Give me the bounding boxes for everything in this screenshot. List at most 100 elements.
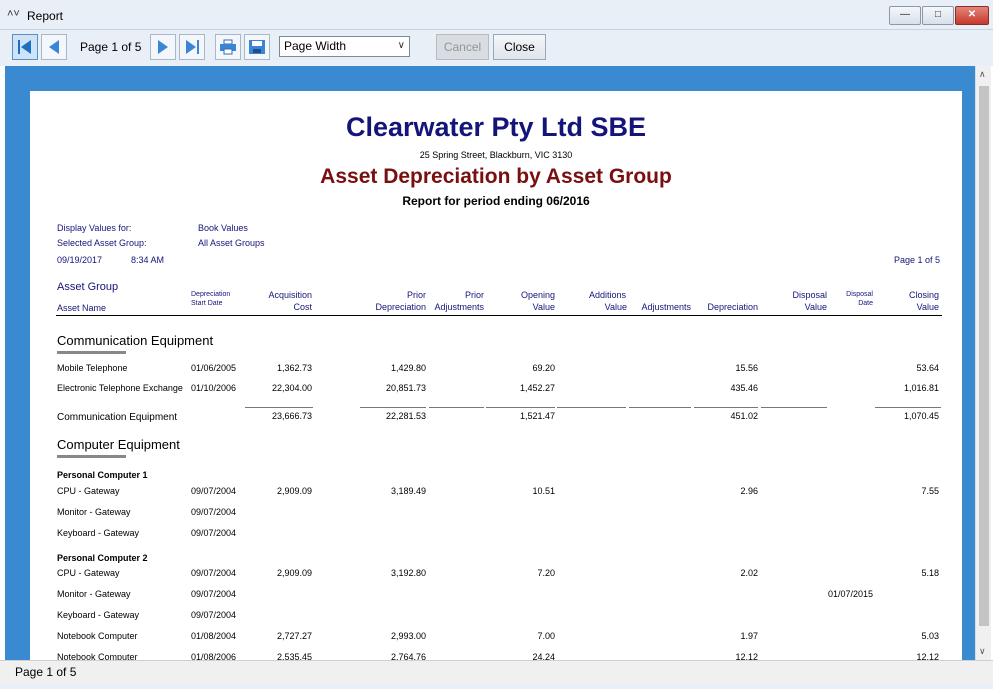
page-indicator: Page 1 of 5 [80,40,142,54]
report-page: Clearwater Pty Ltd SBE 25 Spring Street,… [30,91,962,660]
opening-value: 7.20 [537,568,555,578]
group-title: Computer Equipment [57,437,180,452]
print-icon [220,39,236,55]
scroll-up-icon[interactable]: ∧ [979,69,986,80]
col-prior-adj-1: Prior [464,290,484,300]
prior-depreciation: 2,764.76 [390,652,426,660]
asset-name: Keyboard - Gateway [57,528,140,538]
total-rule [629,407,691,408]
col-opening-2: Value [532,302,555,312]
opening-value: 1,452.27 [519,383,555,393]
last-page-icon [186,40,199,54]
depreciation: 1.97 [740,631,758,641]
close-window-button[interactable]: ✕ [955,6,989,25]
closing-value: 12.12 [916,652,939,660]
col-closing-2: Value [916,302,939,312]
group-underline [57,455,126,458]
start-date: 09/07/2004 [191,589,237,599]
asset-name: CPU - Gateway [57,568,120,578]
closing-value: 5.18 [921,568,939,578]
report-page-number: Page 1 of 5 [893,255,940,265]
prior-depreciation: 3,189.49 [390,486,426,496]
col-asset-group: Asset Group [57,281,119,293]
col-disposal-date-1: Disposal [846,291,873,298]
minimize-button[interactable]: — [889,6,921,25]
prior-depreciation: 3,192.80 [390,568,426,578]
col-depreciation: Depreciation [707,302,758,312]
depreciation: 2.96 [740,486,758,496]
first-page-icon [18,40,31,54]
acquisition-cost: 2,909.09 [276,486,312,496]
scrollbar-thumb[interactable] [979,86,989,626]
asset-name: Notebook Computer [57,631,138,641]
col-additions-2: Value [604,302,627,312]
report-company-name: Clearwater Pty Ltd SBE [345,112,647,142]
last-page-button[interactable] [179,34,205,60]
maximize-icon: □ [934,9,942,20]
prior-depreciation: 20,851.73 [385,383,426,393]
report-period: Report for period ending 06/2016 [402,194,590,208]
disposal-date: 01/07/2015 [827,589,873,599]
asset-name: Monitor - Gateway [57,507,131,517]
status-bar: Page 1 of 5 [0,660,993,689]
depreciation: 12.12 [735,652,758,660]
closing-value: 1,016.81 [903,383,939,393]
total-depreciation: 451.02 [730,411,758,421]
col-acq-1: Acquisition [268,290,312,300]
scroll-down-icon[interactable]: ∨ [979,646,986,657]
status-page-text: Page 1 of 5 [15,665,77,679]
report-title: Asset Depreciation by Asset Group [320,165,672,188]
start-date: 09/07/2004 [191,507,237,517]
report-time: 8:34 AM [131,255,165,265]
prior-depreciation: 1,429.80 [390,363,426,373]
acquisition-cost: 1,362.73 [276,363,312,373]
group-underline [57,351,126,354]
asset-name: Electronic Telephone Exchange [57,383,183,393]
asset-name: CPU - Gateway [57,486,120,496]
selected-group-value: All Asset Groups [198,238,265,248]
start-date: 09/07/2004 [191,568,237,578]
status-accent [0,683,993,689]
prev-page-button[interactable] [41,34,67,60]
total-prior-depreciation: 22,281.53 [385,411,426,421]
report-viewer: Clearwater Pty Ltd SBE 25 Spring Street,… [5,66,975,660]
maximize-button[interactable]: □ [922,6,954,25]
print-button[interactable] [215,34,241,60]
next-page-button[interactable] [150,34,176,60]
close-button[interactable]: Close [493,34,546,60]
acquisition-cost: 2,535.45 [276,652,312,660]
zoom-select[interactable]: Page Width ∨ [279,36,410,57]
col-disposal-date-2: Date [858,300,873,307]
close-icon: ✕ [967,9,977,20]
col-disposal-value-2: Value [804,302,827,312]
save-icon [249,40,265,54]
total-rule [557,407,626,408]
cancel-button[interactable]: Cancel [436,34,489,60]
depreciation: 435.46 [730,383,758,393]
closing-value: 7.55 [921,486,939,496]
display-values-label: Display Values for: [57,223,132,233]
minimize-icon: — [900,9,910,20]
vertical-scrollbar[interactable]: ∧ ∨ [975,66,991,660]
first-page-button[interactable] [12,34,38,60]
opening-value: 69.20 [532,363,555,373]
header-rule [56,315,942,316]
asset-name: Notebook Computer [57,652,138,660]
asset-name: Keyboard - Gateway [57,610,140,620]
display-values-value: Book Values [198,223,248,233]
col-prior-adj-2: Adjustments [434,302,484,312]
closing-value: 53.64 [916,363,939,373]
prev-page-icon [49,40,59,54]
start-date: 09/07/2004 [191,486,237,496]
acquisition-cost: 22,304.00 [271,383,312,393]
save-button[interactable] [244,34,270,60]
total-rule [360,407,426,408]
total-rule [429,407,484,408]
total-opening-value: 1,521.47 [519,411,555,421]
group-total-label: Communication Equipment [57,412,178,423]
closing-value: 5.03 [921,631,939,641]
col-dep-start-2: Start Date [191,300,223,307]
total-closing-value: 1,070.45 [903,411,939,421]
asset-name: Mobile Telephone [57,363,128,373]
start-date: 01/08/2006 [191,652,237,660]
